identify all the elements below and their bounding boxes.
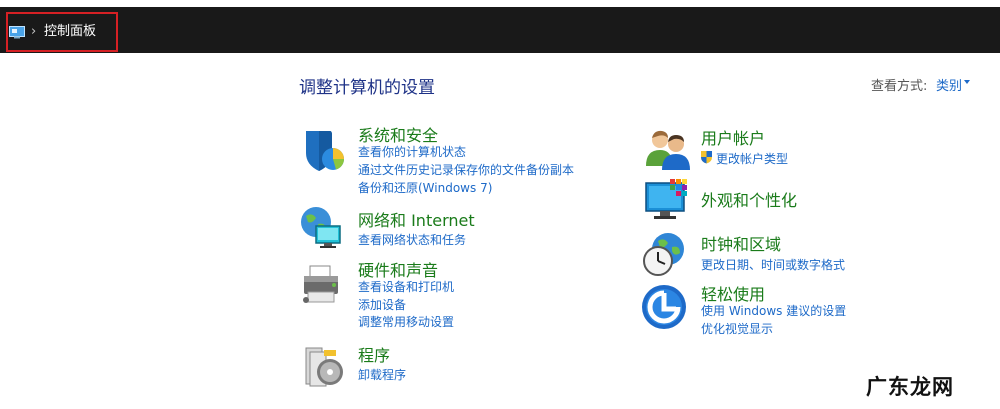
link-uninstall-program[interactable]: 卸载程序 [358, 366, 406, 383]
address-bar[interactable] [0, 7, 1000, 53]
printer-icon[interactable] [298, 262, 346, 310]
ease-of-access-icon[interactable] [640, 283, 688, 331]
link-change-account-type[interactable]: 更改帐户类型 [716, 150, 788, 167]
link-optimize-visual-display[interactable]: 优化视觉显示 [701, 320, 773, 337]
uac-shield-icon [701, 151, 712, 164]
view-by-dropdown[interactable]: 类别 [936, 75, 962, 94]
link-devices-printers[interactable]: 查看设备和打印机 [358, 278, 454, 295]
category-programs[interactable]: 程序 [358, 342, 390, 366]
category-user-accounts[interactable]: 用户帐户 [701, 125, 765, 149]
link-view-computer-status[interactable]: 查看你的计算机状态 [358, 143, 466, 160]
chevron-down-icon[interactable] [964, 80, 970, 84]
page-title: 调整计算机的设置 [299, 78, 435, 98]
programs-disc-icon[interactable] [300, 342, 348, 390]
category-clock-region[interactable]: 时钟和区域 [701, 231, 781, 255]
highlight-box [6, 12, 118, 52]
network-globe-icon[interactable] [298, 204, 346, 252]
view-by-label: 查看方式: [871, 79, 928, 94]
clock-globe-icon[interactable] [640, 231, 688, 279]
category-network-internet[interactable]: 网络和 Internet [358, 207, 475, 231]
watermark-text: 广东龙网 [866, 374, 954, 399]
link-network-status[interactable]: 查看网络状态和任务 [358, 231, 466, 248]
link-add-device[interactable]: 添加设备 [358, 296, 406, 313]
users-icon[interactable] [644, 126, 692, 174]
link-mobility-settings[interactable]: 调整常用移动设置 [358, 313, 454, 330]
link-file-history-backup[interactable]: 通过文件历史记录保存你的文件备份副本 [358, 161, 574, 178]
category-appearance-personalization[interactable]: 外观和个性化 [701, 187, 797, 211]
link-recommended-settings[interactable]: 使用 Windows 建议的设置 [701, 302, 846, 319]
shield-icon[interactable] [300, 127, 348, 175]
link-change-date-time-format[interactable]: 更改日期、时间或数字格式 [701, 256, 845, 273]
monitor-palette-icon[interactable] [644, 177, 692, 225]
link-backup-restore[interactable]: 备份和还原(Windows 7) [358, 179, 492, 196]
top-strip [0, 0, 1000, 7]
